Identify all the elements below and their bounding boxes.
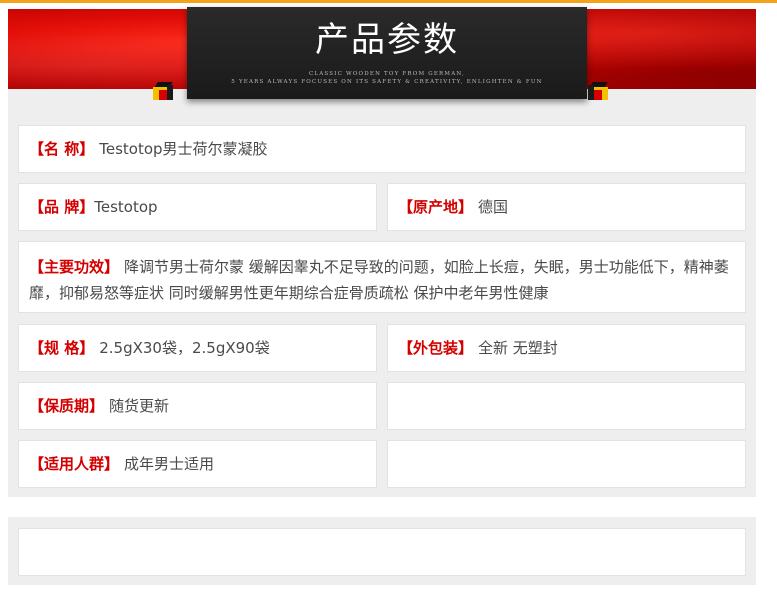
param-efficacy-value: 降调节男士荷尔蒙 缓解因睾丸不足导致的问题，如脸上长痘，失眠，男士功能低下，精神… [29, 258, 729, 302]
cube-icon-left [153, 82, 173, 100]
tagline-line-2: 5 YEARS ALWAYS FOCUSES ON ITS SAFETY & C… [231, 79, 543, 85]
param-origin-value: 德国 [478, 198, 509, 216]
page-title: 产品参数 [315, 20, 459, 60]
param-package-value: 全新 无塑封 [478, 339, 558, 357]
param-name-label: 【名 称】 [29, 140, 95, 158]
param-empty-2 [387, 440, 746, 488]
secondary-empty-box [18, 528, 746, 576]
title-plate: 产品参数 CLASSIC WOODEN TOY FROM GERMAN, 5 Y… [187, 7, 587, 99]
top-accent-line [0, 0, 777, 3]
param-audience-value: 成年男士适用 [124, 455, 215, 473]
param-origin: 【原产地】 德国 [387, 183, 746, 231]
cube-icon-right [588, 82, 608, 100]
param-efficacy-label: 【主要功效】 [29, 258, 120, 276]
param-name-value: Testotop男士荷尔蒙凝胶 [99, 140, 268, 158]
param-shelf-life-value: 随货更新 [109, 397, 170, 415]
tagline-line-1: CLASSIC WOODEN TOY FROM GERMAN, [308, 71, 466, 77]
param-spec: 【规 格】 2.5gX30袋，2.5gX90袋 [18, 324, 377, 372]
param-package: 【外包装】 全新 无塑封 [387, 324, 746, 372]
param-audience: 【适用人群】 成年男士适用 [18, 440, 377, 488]
param-name: 【名 称】 Testotop男士荷尔蒙凝胶 [18, 125, 746, 173]
param-shelf-life-label: 【保质期】 [29, 397, 105, 415]
param-shelf-life: 【保质期】 随货更新 [18, 382, 377, 430]
param-spec-label: 【规 格】 [29, 339, 95, 357]
param-package-label: 【外包装】 [398, 339, 474, 357]
param-brand-label: 【品 牌】 [29, 198, 95, 216]
param-efficacy: 【主要功效】 降调节男士荷尔蒙 缓解因睾丸不足导致的问题，如脸上长痘，失眠，男士功… [18, 241, 746, 313]
param-origin-label: 【原产地】 [398, 198, 474, 216]
param-brand-value: Testotop [94, 198, 158, 216]
param-spec-value: 2.5gX30袋，2.5gX90袋 [99, 339, 270, 357]
param-audience-label: 【适用人群】 [29, 455, 120, 473]
param-brand: 【品 牌】 Testotop [18, 183, 377, 231]
param-empty-1 [387, 382, 746, 430]
